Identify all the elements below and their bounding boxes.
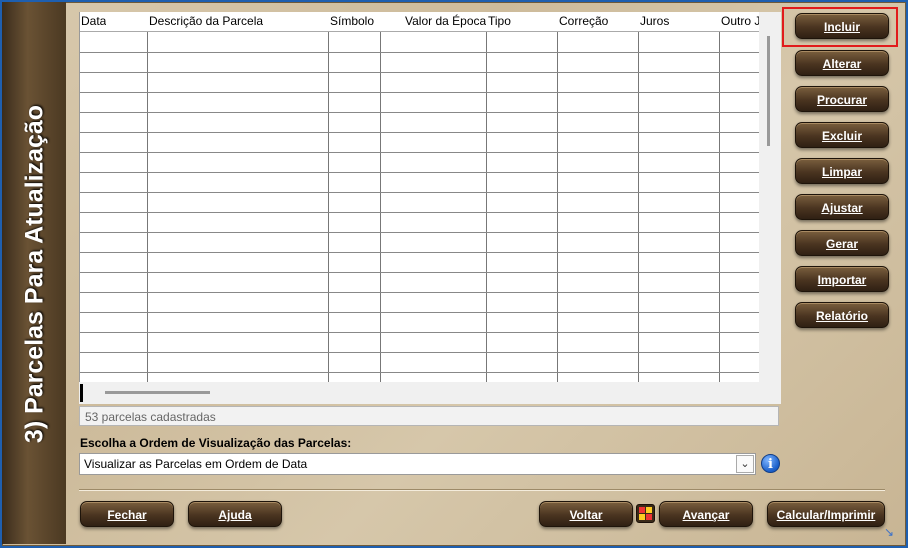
column-divider	[719, 32, 720, 382]
table-row-divider	[80, 272, 760, 273]
table-row-divider	[80, 152, 760, 153]
footer-separator	[79, 489, 885, 491]
alterar-button[interactable]: Alterar	[795, 50, 889, 76]
info-icon[interactable]: i	[761, 454, 780, 473]
parcels-table[interactable]: Data Descrição da Parcela Símbolo Valor …	[79, 12, 760, 382]
calcular-imprimir-button[interactable]: Calcular/Imprimir	[767, 501, 885, 527]
scroll-left-marker	[80, 384, 83, 402]
table-row-divider	[80, 312, 760, 313]
column-header-descricao[interactable]: Descrição da Parcela	[149, 14, 263, 28]
column-divider	[147, 32, 148, 382]
column-header-valor[interactable]: Valor da Época	[405, 14, 486, 28]
table-row-divider	[80, 52, 760, 53]
fechar-button[interactable]: Fechar	[80, 501, 174, 527]
table-row-divider	[80, 372, 760, 373]
horizontal-scroll-thumb[interactable]	[105, 391, 210, 394]
order-select-value: Visualizar as Parcelas em Ordem de Data	[84, 457, 308, 471]
table-horizontal-scrollbar[interactable]	[79, 382, 759, 404]
column-divider	[557, 32, 558, 382]
incluir-button[interactable]: Incluir	[795, 13, 889, 39]
limpar-button[interactable]: Limpar	[795, 158, 889, 184]
voltar-button[interactable]: Voltar	[539, 501, 633, 527]
side-title-panel: 3) Parcelas Para Atualização	[2, 2, 66, 544]
column-header-data[interactable]: Data	[81, 14, 106, 28]
table-row-divider	[80, 252, 760, 253]
column-header-tipo[interactable]: Tipo	[488, 14, 511, 28]
chevron-down-icon[interactable]: ⌄	[736, 455, 754, 473]
table-row-divider	[80, 212, 760, 213]
table-row-divider	[80, 112, 760, 113]
table-row-divider	[80, 72, 760, 73]
table-row-divider	[80, 132, 760, 133]
column-divider	[328, 32, 329, 382]
resize-grip-icon[interactable]: ↘	[884, 525, 898, 539]
ajustar-button[interactable]: Ajustar	[795, 194, 889, 220]
table-row-divider	[80, 352, 760, 353]
column-divider	[638, 32, 639, 382]
column-header-juros[interactable]: Juros	[640, 14, 669, 28]
table-row-divider	[80, 192, 760, 193]
column-header-simbolo[interactable]: Símbolo	[330, 14, 374, 28]
table-row-divider	[80, 332, 760, 333]
column-header-correcao[interactable]: Correção	[559, 14, 608, 28]
excluir-button[interactable]: Excluir	[795, 122, 889, 148]
gerar-button[interactable]: Gerar	[795, 230, 889, 256]
ajuda-button[interactable]: Ajuda	[188, 501, 282, 527]
table-header: Data Descrição da Parcela Símbolo Valor …	[80, 12, 760, 32]
vertical-scroll-thumb[interactable]	[767, 36, 770, 146]
table-row-divider	[80, 292, 760, 293]
column-divider	[486, 32, 487, 382]
column-header-outro[interactable]: Outro J	[721, 14, 760, 28]
record-count-status: 53 parcelas cadastradas	[79, 406, 779, 426]
avancar-button[interactable]: Avançar	[659, 501, 753, 527]
procurar-button[interactable]: Procurar	[795, 86, 889, 112]
order-select[interactable]: Visualizar as Parcelas em Ordem de Data …	[79, 453, 756, 475]
column-divider	[380, 32, 381, 382]
table-vertical-scrollbar[interactable]	[759, 12, 781, 404]
side-title: 3) Parcelas Para Atualização	[20, 104, 49, 444]
importar-button[interactable]: Importar	[795, 266, 889, 292]
calculator-icon[interactable]	[636, 504, 655, 523]
table-row-divider	[80, 172, 760, 173]
order-label: Escolha a Ordem de Visualização das Parc…	[80, 436, 352, 450]
relatorio-button[interactable]: Relatório	[795, 302, 889, 328]
table-row-divider	[80, 92, 760, 93]
table-row-divider	[80, 232, 760, 233]
